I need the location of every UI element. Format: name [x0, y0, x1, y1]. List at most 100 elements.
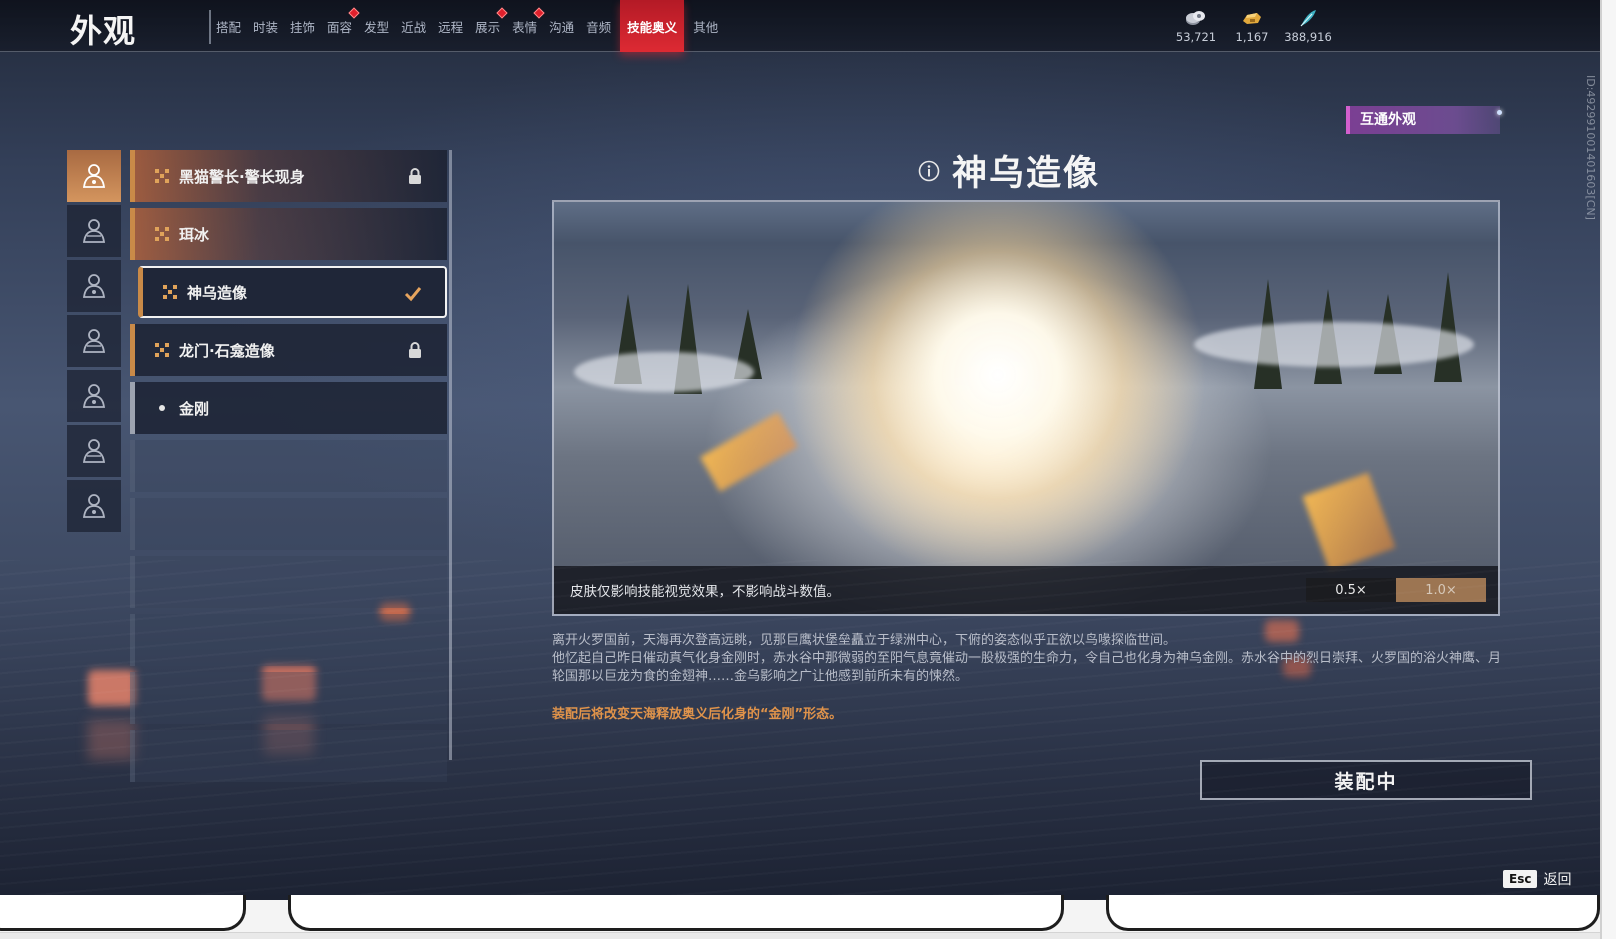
speed-0.5x-button[interactable]: 0.5× [1306, 578, 1396, 602]
currency-panel: 53,721 1,167 388,916 [1175, 8, 1332, 44]
tab-2[interactable]: 挂饰 [287, 0, 318, 52]
empty-skin-slot [130, 556, 447, 608]
skill-preview-video[interactable]: 皮肤仅影响技能视觉效果，不影响战斗数值。 0.5× 1.0× [552, 200, 1500, 616]
window-bottom-strip [0, 932, 1616, 939]
pine-tree [1434, 272, 1462, 382]
skill-rune-icon [155, 343, 169, 357]
category-tabs: 搭配 时装 挂饰 面容 发型 近战 远程 展示 表情 沟通 音频 技能奥义 其他 [213, 0, 727, 52]
lantern-reflection [88, 720, 136, 760]
player-id-text: ID:492991001401603[CN] [1584, 75, 1597, 220]
skin-item[interactable]: 龙门·石龛造像 [130, 324, 447, 376]
tab-9[interactable]: 沟通 [546, 0, 577, 52]
category-button-3[interactable] [67, 260, 121, 312]
equip-effect-note: 装配后将改变天海释放奥义后化身的“金刚”形态。 [552, 707, 843, 722]
skin-name: 黑猫警长·警长现身 [179, 167, 305, 186]
snow-bank [574, 352, 754, 392]
skin-list: 黑猫警长·警长现身珥冰神乌造像龙门·石龛造像 金刚 [130, 150, 447, 800]
category-button-7[interactable] [67, 480, 121, 532]
skin-name: 金刚 [179, 399, 210, 418]
skin-glyph [161, 283, 179, 301]
back-button[interactable]: Esc 返回 [1503, 869, 1571, 889]
tab-3[interactable]: 面容 [324, 0, 360, 52]
lock-icon [409, 168, 421, 184]
skin-glyph [153, 167, 171, 185]
tab-label: 表情 [512, 19, 538, 35]
tab-label: 发型 [364, 19, 390, 35]
lantern-glow [88, 670, 136, 706]
coin-stack-icon [1186, 11, 1205, 25]
speed-1.0x-button[interactable]: 1.0× [1396, 578, 1486, 602]
description-line: 他忆起自己昨日催动真气化身金刚时，赤水谷中那微弱的至阳气息竟催动一股极强的生命力… [552, 651, 1502, 684]
lock-icon [409, 342, 421, 358]
empty-skin-slot [130, 672, 447, 724]
tab-0[interactable]: 搭配 [213, 0, 244, 52]
category-sidebar [67, 150, 121, 535]
skin-item[interactable]: 神乌造像 [138, 266, 447, 318]
fire-effect [700, 412, 798, 492]
equip-button[interactable]: 装配中 [1200, 760, 1532, 800]
tab-label: 沟通 [549, 19, 575, 35]
window-frame [288, 895, 1064, 931]
tab-label: 搭配 [216, 19, 242, 35]
currency-amount: 1,167 [1235, 30, 1269, 44]
skin-item[interactable]: 金刚 [130, 382, 447, 434]
window-frame [0, 895, 246, 931]
skill-rune-icon [163, 285, 177, 299]
skin-list-scrollbar[interactable] [449, 150, 452, 760]
interop-appearance-badge[interactable]: 互通外观 [1346, 106, 1502, 134]
jade-feather-icon [1300, 10, 1316, 27]
skin-glyph [153, 399, 171, 417]
tab-6[interactable]: 远程 [435, 0, 466, 52]
esc-key-hint: Esc [1503, 870, 1538, 888]
playback-speed-toggle: 0.5× 1.0× [1306, 578, 1486, 602]
category-button-6[interactable] [67, 425, 121, 477]
currency-coins: 53,721 [1175, 8, 1217, 44]
tab-label: 音频 [586, 19, 612, 35]
detail-header: 神乌造像 [918, 145, 1100, 196]
tab-label: 时装 [253, 19, 279, 35]
character-portrait-1-icon [82, 164, 106, 188]
dot-icon [159, 405, 165, 411]
tab-label: 近战 [401, 19, 427, 35]
preview-caption-bar: 皮肤仅影响技能视觉效果，不影响战斗数值。 0.5× 1.0× [554, 566, 1498, 614]
tab-10[interactable]: 音频 [583, 0, 614, 52]
character-portrait-6-icon [82, 439, 106, 463]
category-button-4[interactable] [67, 315, 121, 367]
game-screen: 外观 搭配 时装 挂饰 面容 发型 近战 远程 展示 表情 沟通 音频 技能奥义 其他 53,721 1… [0, 0, 1600, 900]
tab-8[interactable]: 表情 [509, 0, 545, 52]
currency-jade: 388,916 [1284, 8, 1332, 44]
currency-amount: 53,721 [1175, 30, 1217, 44]
empty-skin-slot [130, 730, 447, 782]
gold-ingot-icon [1243, 13, 1261, 24]
tab-label: 其他 [693, 19, 719, 35]
category-button-2[interactable] [67, 205, 121, 257]
currency-amount: 388,916 [1284, 30, 1332, 44]
skin-title: 神乌造像 [952, 154, 1101, 194]
back-label: 返回 [1543, 872, 1572, 888]
category-button-1[interactable] [67, 150, 121, 202]
tab-1[interactable]: 时装 [250, 0, 281, 52]
tab-4[interactable]: 发型 [361, 0, 392, 52]
preview-note: 皮肤仅影响技能视觉效果，不影响战斗数值。 [570, 584, 840, 600]
tab-label: 技能奥义 [627, 19, 678, 35]
info-icon[interactable] [918, 160, 940, 182]
character-portrait-2-icon [82, 219, 106, 243]
skin-item[interactable]: 黑猫警长·警长现身 [130, 150, 447, 202]
empty-skin-slot [130, 614, 447, 666]
tab-label: 展示 [475, 19, 501, 35]
tab-12[interactable]: 其他 [690, 0, 721, 52]
skin-description: 离开火罗国前，天海再次登高远眺，见那巨鹰状堡垒矗立于绿洲中心，下俯的姿态似乎正欲… [552, 632, 1502, 686]
skin-glyph [153, 225, 171, 243]
title-divider [209, 10, 211, 44]
tab-11[interactable]: 技能奥义 [620, 0, 685, 52]
skin-name: 神乌造像 [187, 283, 248, 302]
skin-name: 龙门·石龛造像 [179, 341, 275, 360]
tab-5[interactable]: 近战 [398, 0, 429, 52]
currency-gold: 1,167 [1231, 8, 1273, 44]
skin-item[interactable]: 珥冰 [130, 208, 447, 260]
category-button-5[interactable] [67, 370, 121, 422]
character-portrait-4-icon [82, 329, 106, 353]
skill-rune-icon [155, 169, 169, 183]
tab-7[interactable]: 展示 [472, 0, 508, 52]
empty-skin-slot [130, 498, 447, 550]
